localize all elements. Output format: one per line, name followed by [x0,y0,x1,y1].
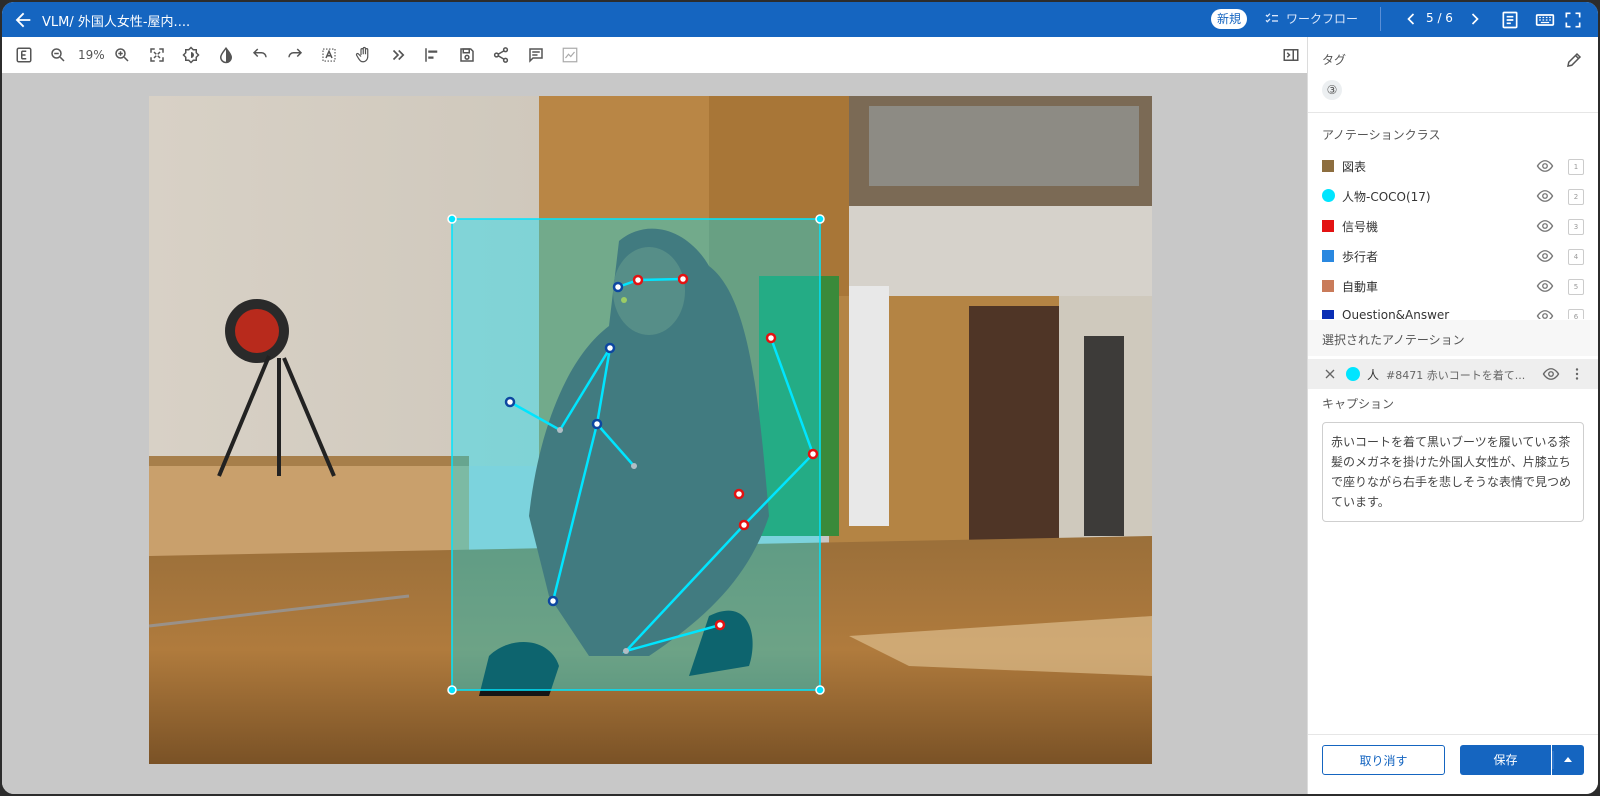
class-name: 信号機 [1342,220,1379,234]
chart-icon [560,45,580,65]
hand-pan-icon[interactable] [354,45,374,65]
back-arrow-icon[interactable] [12,9,34,31]
eye-icon[interactable] [1536,187,1554,205]
page-counter: 5 / 6 [1426,11,1453,25]
divider [1308,112,1598,113]
eye-icon[interactable] [1536,277,1554,295]
save-icon[interactable] [457,45,477,65]
class-name: 人物-COCO(17) [1342,190,1431,204]
undo-icon[interactable] [250,45,270,65]
comment-icon[interactable] [526,45,546,65]
class-name: 図表 [1342,160,1367,174]
class-color-swatch [1322,250,1334,262]
shortcut-key: 2 [1568,189,1584,205]
keyboard-icon[interactable] [1535,10,1555,30]
save-button[interactable]: 保存 [1460,745,1551,775]
workflow-button[interactable]: ワークフロー [1264,10,1358,27]
save-options-button[interactable] [1552,745,1584,775]
image-canvas[interactable] [2,73,1307,794]
person-bounding-box[interactable] [451,218,821,691]
class-row[interactable]: 歩行者 4 [1308,241,1598,271]
annotation-class-list: 図表 1 人物-COCO(17) 2 信号機 3 歩行者 4 自動車 5 Question&Answ… [1308,151,1598,319]
tag-count-badge[interactable]: ③ [1322,80,1342,100]
shortcut-key: 1 [1568,159,1584,175]
annotation-overlay [447,214,825,695]
text-select-icon[interactable] [319,45,339,65]
selected-annotation-id: #8471 赤いコートを着て... [1386,369,1526,382]
divider [1308,734,1598,735]
selected-annotation-header: 選択されたアノテーション [1308,320,1598,356]
eye-icon[interactable] [1536,307,1554,319]
class-color-swatch [1322,310,1334,319]
eye-icon[interactable] [1536,217,1554,235]
share-icon[interactable] [491,45,511,65]
eye-icon[interactable] [1536,247,1554,265]
zoom-in-icon[interactable] [112,45,132,65]
class-row[interactable]: 人物-COCO(17) 2 [1308,181,1598,211]
more-vertical-icon[interactable] [1571,365,1583,383]
caption-textarea[interactable]: 赤いコートを着て黒いブーツを履いている茶髪のメガネを掛けた外国人女性が、片膝立ち… [1322,422,1584,522]
editor-toolbar: 19% [2,37,1307,74]
zoom-out-icon[interactable] [48,45,68,65]
cancel-button[interactable]: 取り消す [1322,745,1445,775]
class-row[interactable]: 図表 1 [1308,151,1598,181]
fullscreen-icon[interactable] [1563,10,1583,30]
shortcut-key: 4 [1568,249,1584,265]
class-section-label: アノテーションクラス [1322,128,1441,142]
shortcut-key: 5 [1568,279,1584,295]
workflow-label: ワークフロー [1286,12,1359,26]
selected-class-name: 人 [1367,368,1380,382]
class-name: Question&Answer [1342,308,1450,319]
class-name: 歩行者 [1342,250,1379,264]
document-icon[interactable] [1500,10,1520,30]
close-icon[interactable] [1322,366,1338,382]
shortcut-key: 6 [1568,309,1584,319]
eye-icon[interactable] [1542,365,1560,383]
class-color-swatch [1322,280,1334,292]
fit-screen-icon[interactable] [147,45,167,65]
class-name: 自動車 [1342,280,1379,294]
zoom-level: 19% [78,48,105,62]
skip-forward-icon[interactable] [388,45,408,65]
panel-toggle-icon[interactable] [1281,45,1301,65]
e-box-icon[interactable] [14,45,34,65]
align-left-icon[interactable] [422,45,442,65]
checklist-icon [1265,12,1278,23]
shortcut-key: 3 [1568,219,1584,235]
top-bar: VLM/ 外国人女性-屋内.... 新規 ワークフロー 5 / 6 [2,2,1598,37]
page-title: VLM/ 外国人女性-屋内.... [42,15,191,30]
class-row[interactable]: 信号機 3 [1308,211,1598,241]
selected-section-label: 選択されたアノテーション [1322,333,1465,347]
chevron-left-icon[interactable] [1401,9,1421,29]
class-color-swatch [1322,220,1334,232]
contrast-icon[interactable] [216,45,236,65]
status-badge: 新規 [1211,9,1248,29]
class-row[interactable]: Question&Answer 6 [1308,301,1598,319]
class-color-swatch [1322,160,1334,172]
class-color-swatch [1322,189,1335,202]
app-window: VLM/ 外国人女性-屋内.... 新規 ワークフロー 5 / 6 19% タグ… [2,2,1598,794]
class-row[interactable]: 自動車 5 [1308,271,1598,301]
tag-label: タグ [1322,53,1347,67]
brightness-icon[interactable] [181,45,201,65]
chevron-right-icon[interactable] [1465,9,1485,29]
class-color-dot [1346,367,1360,381]
divider [1380,7,1381,31]
redo-icon[interactable] [285,45,305,65]
eye-icon[interactable] [1536,157,1554,175]
selected-annotation-row[interactable]: 人 #8471 赤いコートを着て... [1308,359,1598,389]
caption-label: キャプション [1322,397,1395,411]
pencil-icon[interactable] [1565,51,1583,69]
caret-up-icon [1552,751,1572,769]
side-panel: タグ ③ アノテーションクラス 図表 1 人物-COCO(17) 2 信号機 3 歩行者 4 自… [1307,37,1598,794]
